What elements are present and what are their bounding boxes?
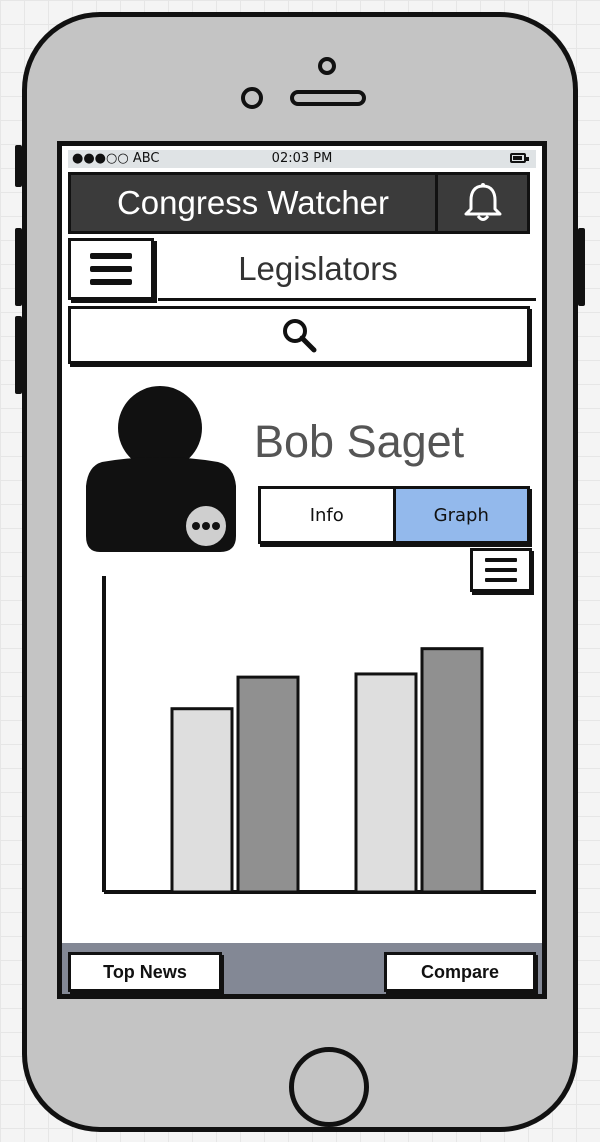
subheader-divider <box>158 298 536 301</box>
search-icon <box>283 319 317 353</box>
bar-chart <box>102 576 536 894</box>
app-title: Congress Watcher <box>116 184 390 221</box>
bar-group2-series2[interactable] <box>420 647 484 894</box>
user-avatar-icon <box>86 386 236 552</box>
compare-button[interactable]: Compare <box>384 952 536 992</box>
bar-group2-series1[interactable] <box>354 672 418 894</box>
top-news-button[interactable]: Top News <box>68 952 222 992</box>
search-bar[interactable] <box>68 306 530 364</box>
mute-switch[interactable] <box>15 145 22 187</box>
legislator-name: Bob Saget <box>254 416 465 467</box>
app-screen: ●●●○○ ABC 02:03 PM Congress Watcher Legi… <box>57 141 547 999</box>
subheader: Legislators <box>68 238 536 304</box>
power-button[interactable] <box>578 228 585 306</box>
bottom-nav: Top News Compare <box>62 943 542 994</box>
notifications-button[interactable] <box>435 175 527 231</box>
volume-up-button[interactable] <box>15 228 22 306</box>
app-header: Congress Watcher <box>68 172 530 234</box>
more-options-icon[interactable] <box>184 504 228 548</box>
tab-graph[interactable]: Graph <box>395 489 527 541</box>
bar-group1-series1[interactable] <box>170 707 234 894</box>
status-time: 02:03 PM <box>271 151 333 166</box>
legislator-avatar[interactable] <box>84 386 238 554</box>
bar-group1-series2[interactable] <box>236 675 300 894</box>
battery-icon <box>510 153 529 163</box>
status-bar: ●●●○○ ABC 02:03 PM <box>68 150 536 168</box>
proximity-sensor <box>241 87 263 109</box>
volume-down-button[interactable] <box>15 316 22 394</box>
home-button[interactable] <box>289 1047 369 1127</box>
front-camera <box>318 57 336 75</box>
main-menu-button[interactable] <box>68 238 154 300</box>
page-title: Legislators <box>238 250 398 287</box>
bell-icon <box>464 183 501 221</box>
tab-info[interactable]: Info <box>261 489 396 541</box>
view-tabs: Info Graph <box>258 486 530 544</box>
hamburger-menu-icon <box>90 253 132 285</box>
earpiece-speaker <box>290 90 366 106</box>
